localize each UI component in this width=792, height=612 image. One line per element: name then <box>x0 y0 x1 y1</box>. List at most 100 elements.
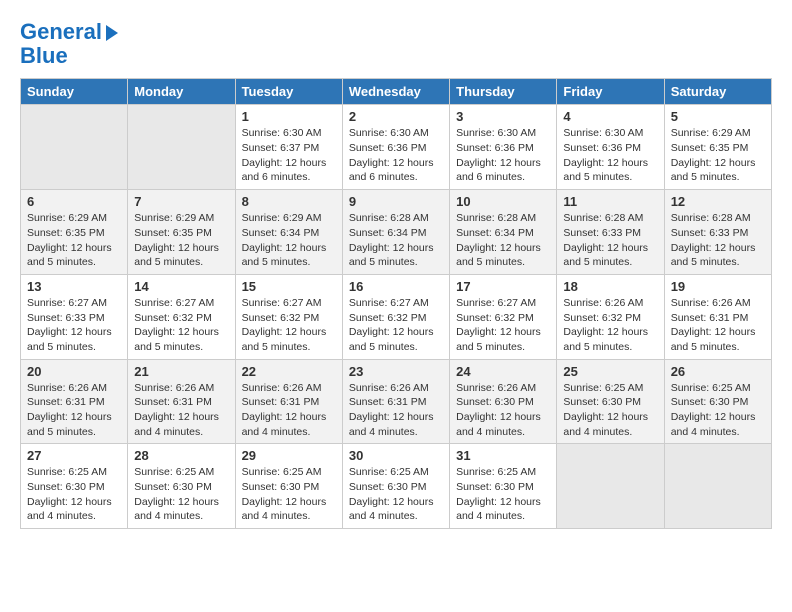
day-number: 23 <box>349 364 443 379</box>
cell-content: Sunrise: 6:30 AMSunset: 6:36 PMDaylight:… <box>456 126 550 185</box>
cell-content: Sunrise: 6:27 AMSunset: 6:32 PMDaylight:… <box>242 296 336 355</box>
cell-content: Sunrise: 6:27 AMSunset: 6:32 PMDaylight:… <box>456 296 550 355</box>
logo-blue: Blue <box>20 44 118 68</box>
day-number: 21 <box>134 364 228 379</box>
cell-content: Sunrise: 6:28 AMSunset: 6:33 PMDaylight:… <box>563 211 657 270</box>
cell-content: Sunrise: 6:27 AMSunset: 6:33 PMDaylight:… <box>27 296 121 355</box>
day-number: 25 <box>563 364 657 379</box>
cell-content: Sunrise: 6:25 AMSunset: 6:30 PMDaylight:… <box>27 465 121 524</box>
calendar-week-row: 6Sunrise: 6:29 AMSunset: 6:35 PMDaylight… <box>21 190 772 275</box>
cell-content: Sunrise: 6:26 AMSunset: 6:31 PMDaylight:… <box>349 381 443 440</box>
cell-content: Sunrise: 6:30 AMSunset: 6:36 PMDaylight:… <box>349 126 443 185</box>
day-number: 3 <box>456 109 550 124</box>
calendar-cell: 25 Sunrise: 6:25 AMSunset: 6:30 PMDayligh… <box>557 359 664 444</box>
day-number: 9 <box>349 194 443 209</box>
calendar-cell <box>557 444 664 529</box>
calendar-table: SundayMondayTuesdayWednesdayThursdayFrid… <box>20 78 772 529</box>
calendar-cell: 11 Sunrise: 6:28 AMSunset: 6:33 PMDayligh… <box>557 190 664 275</box>
cell-content: Sunrise: 6:26 AMSunset: 6:31 PMDaylight:… <box>134 381 228 440</box>
calendar-cell: 24 Sunrise: 6:26 AMSunset: 6:30 PMDayligh… <box>450 359 557 444</box>
day-number: 10 <box>456 194 550 209</box>
calendar-cell: 23 Sunrise: 6:26 AMSunset: 6:31 PMDayligh… <box>342 359 449 444</box>
calendar-cell: 4 Sunrise: 6:30 AMSunset: 6:36 PMDaylight… <box>557 105 664 190</box>
cell-content: Sunrise: 6:25 AMSunset: 6:30 PMDaylight:… <box>242 465 336 524</box>
weekday-header: Wednesday <box>342 79 449 105</box>
calendar-header-row: SundayMondayTuesdayWednesdayThursdayFrid… <box>21 79 772 105</box>
day-number: 20 <box>27 364 121 379</box>
day-number: 26 <box>671 364 765 379</box>
cell-content: Sunrise: 6:26 AMSunset: 6:32 PMDaylight:… <box>563 296 657 355</box>
cell-content: Sunrise: 6:30 AMSunset: 6:37 PMDaylight:… <box>242 126 336 185</box>
cell-content: Sunrise: 6:29 AMSunset: 6:35 PMDaylight:… <box>27 211 121 270</box>
cell-content: Sunrise: 6:25 AMSunset: 6:30 PMDaylight:… <box>134 465 228 524</box>
day-number: 1 <box>242 109 336 124</box>
calendar-cell: 20 Sunrise: 6:26 AMSunset: 6:31 PMDayligh… <box>21 359 128 444</box>
logo-arrow-shape <box>106 25 118 41</box>
cell-content: Sunrise: 6:30 AMSunset: 6:36 PMDaylight:… <box>563 126 657 185</box>
cell-content: Sunrise: 6:28 AMSunset: 6:33 PMDaylight:… <box>671 211 765 270</box>
day-number: 4 <box>563 109 657 124</box>
logo-text: General <box>20 20 118 44</box>
cell-content: Sunrise: 6:28 AMSunset: 6:34 PMDaylight:… <box>456 211 550 270</box>
cell-content: Sunrise: 6:27 AMSunset: 6:32 PMDaylight:… <box>349 296 443 355</box>
calendar-cell: 15Sunrise: 6:27 AMSunset: 6:32 PMDayligh… <box>235 274 342 359</box>
weekday-header: Saturday <box>664 79 771 105</box>
cell-content: Sunrise: 6:28 AMSunset: 6:34 PMDaylight:… <box>349 211 443 270</box>
calendar-cell: 9 Sunrise: 6:28 AMSunset: 6:34 PMDaylight… <box>342 190 449 275</box>
day-number: 2 <box>349 109 443 124</box>
cell-content: Sunrise: 6:26 AMSunset: 6:31 PMDaylight:… <box>242 381 336 440</box>
day-number: 24 <box>456 364 550 379</box>
calendar-cell <box>664 444 771 529</box>
calendar-cell: 29Sunrise: 6:25 AMSunset: 6:30 PMDayligh… <box>235 444 342 529</box>
cell-content: Sunrise: 6:27 AMSunset: 6:32 PMDaylight:… <box>134 296 228 355</box>
calendar-week-row: 13 Sunrise: 6:27 AMSunset: 6:33 PMDayligh… <box>21 274 772 359</box>
cell-content: Sunrise: 6:25 AMSunset: 6:30 PMDaylight:… <box>563 381 657 440</box>
cell-content: Sunrise: 6:25 AMSunset: 6:30 PMDaylight:… <box>456 465 550 524</box>
logo-general: General <box>20 19 102 44</box>
calendar-cell: 5Sunrise: 6:29 AMSunset: 6:35 PMDaylight… <box>664 105 771 190</box>
cell-content: Sunrise: 6:25 AMSunset: 6:30 PMDaylight:… <box>671 381 765 440</box>
cell-content: Sunrise: 6:29 AMSunset: 6:34 PMDaylight:… <box>242 211 336 270</box>
cell-content: Sunrise: 6:25 AMSunset: 6:30 PMDaylight:… <box>349 465 443 524</box>
weekday-header: Tuesday <box>235 79 342 105</box>
day-number: 14 <box>134 279 228 294</box>
calendar-cell <box>128 105 235 190</box>
day-number: 19 <box>671 279 765 294</box>
logo: General Blue <box>20 20 118 68</box>
cell-content: Sunrise: 6:26 AMSunset: 6:31 PMDaylight:… <box>27 381 121 440</box>
day-number: 28 <box>134 448 228 463</box>
calendar-cell: 27 Sunrise: 6:25 AMSunset: 6:30 PMDayligh… <box>21 444 128 529</box>
cell-content: Sunrise: 6:26 AMSunset: 6:30 PMDaylight:… <box>456 381 550 440</box>
day-number: 16 <box>349 279 443 294</box>
day-number: 13 <box>27 279 121 294</box>
calendar-cell: 12 Sunrise: 6:28 AMSunset: 6:33 PMDayligh… <box>664 190 771 275</box>
day-number: 30 <box>349 448 443 463</box>
calendar-cell: 2 Sunrise: 6:30 AMSunset: 6:36 PMDaylight… <box>342 105 449 190</box>
calendar-cell: 31 Sunrise: 6:25 AMSunset: 6:30 PMDayligh… <box>450 444 557 529</box>
calendar-cell: 19Sunrise: 6:26 AMSunset: 6:31 PMDayligh… <box>664 274 771 359</box>
calendar-week-row: 1 Sunrise: 6:30 AMSunset: 6:37 PMDaylight… <box>21 105 772 190</box>
day-number: 22 <box>242 364 336 379</box>
day-number: 7 <box>134 194 228 209</box>
calendar-cell: 26 Sunrise: 6:25 AMSunset: 6:30 PMDayligh… <box>664 359 771 444</box>
calendar-cell: 13 Sunrise: 6:27 AMSunset: 6:33 PMDayligh… <box>21 274 128 359</box>
day-number: 5 <box>671 109 765 124</box>
calendar-week-row: 27 Sunrise: 6:25 AMSunset: 6:30 PMDayligh… <box>21 444 772 529</box>
day-number: 8 <box>242 194 336 209</box>
weekday-header: Sunday <box>21 79 128 105</box>
calendar-cell: 17Sunrise: 6:27 AMSunset: 6:32 PMDayligh… <box>450 274 557 359</box>
weekday-header: Monday <box>128 79 235 105</box>
calendar-cell: 8 Sunrise: 6:29 AMSunset: 6:34 PMDaylight… <box>235 190 342 275</box>
calendar-cell: 6Sunrise: 6:29 AMSunset: 6:35 PMDaylight… <box>21 190 128 275</box>
calendar-cell: 30 Sunrise: 6:25 AMSunset: 6:30 PMDayligh… <box>342 444 449 529</box>
day-number: 31 <box>456 448 550 463</box>
day-number: 27 <box>27 448 121 463</box>
weekday-header: Thursday <box>450 79 557 105</box>
day-number: 11 <box>563 194 657 209</box>
calendar-cell: 21 Sunrise: 6:26 AMSunset: 6:31 PMDayligh… <box>128 359 235 444</box>
day-number: 18 <box>563 279 657 294</box>
calendar-cell: 22 Sunrise: 6:26 AMSunset: 6:31 PMDayligh… <box>235 359 342 444</box>
calendar-cell: 18 Sunrise: 6:26 AMSunset: 6:32 PMDayligh… <box>557 274 664 359</box>
calendar-cell: 10 Sunrise: 6:28 AMSunset: 6:34 PMDayligh… <box>450 190 557 275</box>
day-number: 12 <box>671 194 765 209</box>
